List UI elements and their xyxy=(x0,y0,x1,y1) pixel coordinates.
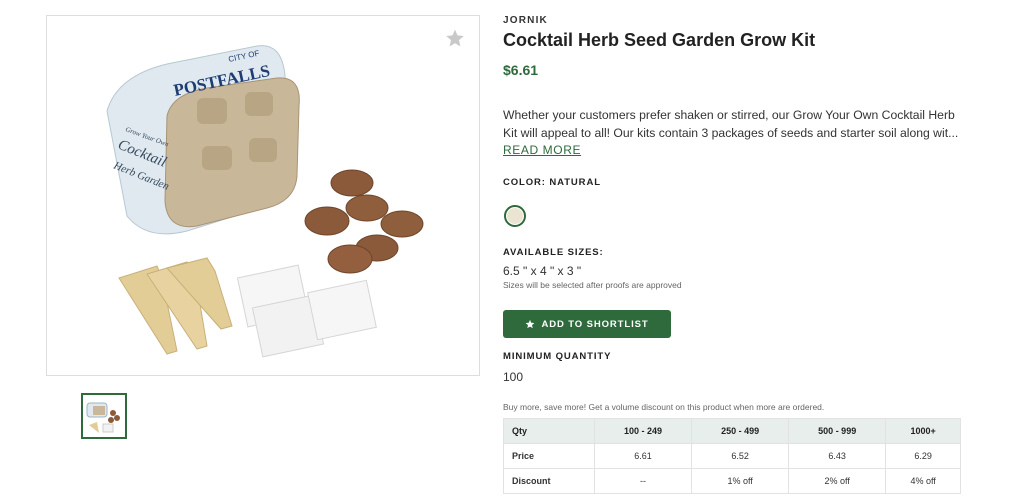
size-value: 6.5 " x 4 " x 3 " xyxy=(503,264,582,278)
discount-cell: -- xyxy=(593,468,693,494)
read-more-link[interactable]: READ MORE xyxy=(503,143,581,157)
discount-cell: 2% off xyxy=(788,468,887,494)
favorite-button[interactable] xyxy=(445,28,465,48)
product-price: $6.61 xyxy=(503,62,539,78)
price-cell: 6.52 xyxy=(691,443,790,469)
color-label: COLOR: NATURAL xyxy=(503,177,601,188)
star-icon xyxy=(526,319,535,329)
header-tier-2: 250 - 499 xyxy=(691,418,790,444)
discount-cell: 1% off xyxy=(691,468,790,494)
price-row-label: Price xyxy=(503,443,595,469)
description-line-2: Kit will appeal to all! Our kits contain… xyxy=(503,126,959,140)
product-image-frame: CITY OF POSTFALLS Grow Your Own Cocktail… xyxy=(46,15,480,376)
discount-cell: 4% off xyxy=(885,468,961,494)
volume-discount-note: Buy more, save more! Get a volume discou… xyxy=(503,402,825,412)
price-cell: 6.61 xyxy=(593,443,693,469)
header-tier-3: 500 - 999 xyxy=(788,418,887,444)
discount-row: Discount -- 1% off 2% off 4% off xyxy=(503,468,961,494)
star-icon xyxy=(446,29,464,47)
thumbnail-picture xyxy=(86,402,120,433)
pricing-table: Qty 100 - 249 250 - 499 500 - 999 1000+ … xyxy=(503,418,961,494)
minimum-quantity-label: MINIMUM QUANTITY xyxy=(503,351,612,362)
thumbnail-image[interactable] xyxy=(81,393,127,439)
discount-row-label: Discount xyxy=(503,468,595,494)
product-image: CITY OF POSTFALLS Grow Your Own Cocktail… xyxy=(106,45,424,358)
color-swatch-natural[interactable] xyxy=(504,205,526,227)
product-title: Cocktail Herb Seed Garden Grow Kit xyxy=(503,30,816,50)
pricing-header-row: Qty 100 - 249 250 - 499 500 - 999 1000+ xyxy=(503,418,961,444)
price-cell: 6.43 xyxy=(788,443,887,469)
price-row: Price 6.61 6.52 6.43 6.29 xyxy=(503,443,961,469)
product-description: Whether your customers prefer shaken or … xyxy=(503,106,961,142)
price-cell: 6.29 xyxy=(885,443,961,469)
brand-name[interactable]: JORNIK xyxy=(503,15,548,26)
sizes-label: AVAILABLE SIZES: xyxy=(503,247,604,258)
swatch-fill xyxy=(507,208,523,224)
shortlist-label: ADD TO SHORTLIST xyxy=(541,318,649,330)
add-to-shortlist-button[interactable]: ADD TO SHORTLIST xyxy=(503,310,671,338)
sizes-note: Sizes will be selected after proofs are … xyxy=(503,280,682,290)
header-qty: Qty xyxy=(503,418,595,444)
header-tier-1: 100 - 249 xyxy=(593,418,693,444)
header-tier-4: 1000+ xyxy=(885,418,961,444)
minimum-quantity-value: 100 xyxy=(503,370,524,384)
description-line-1: Whether your customers prefer shaken or … xyxy=(503,108,955,122)
